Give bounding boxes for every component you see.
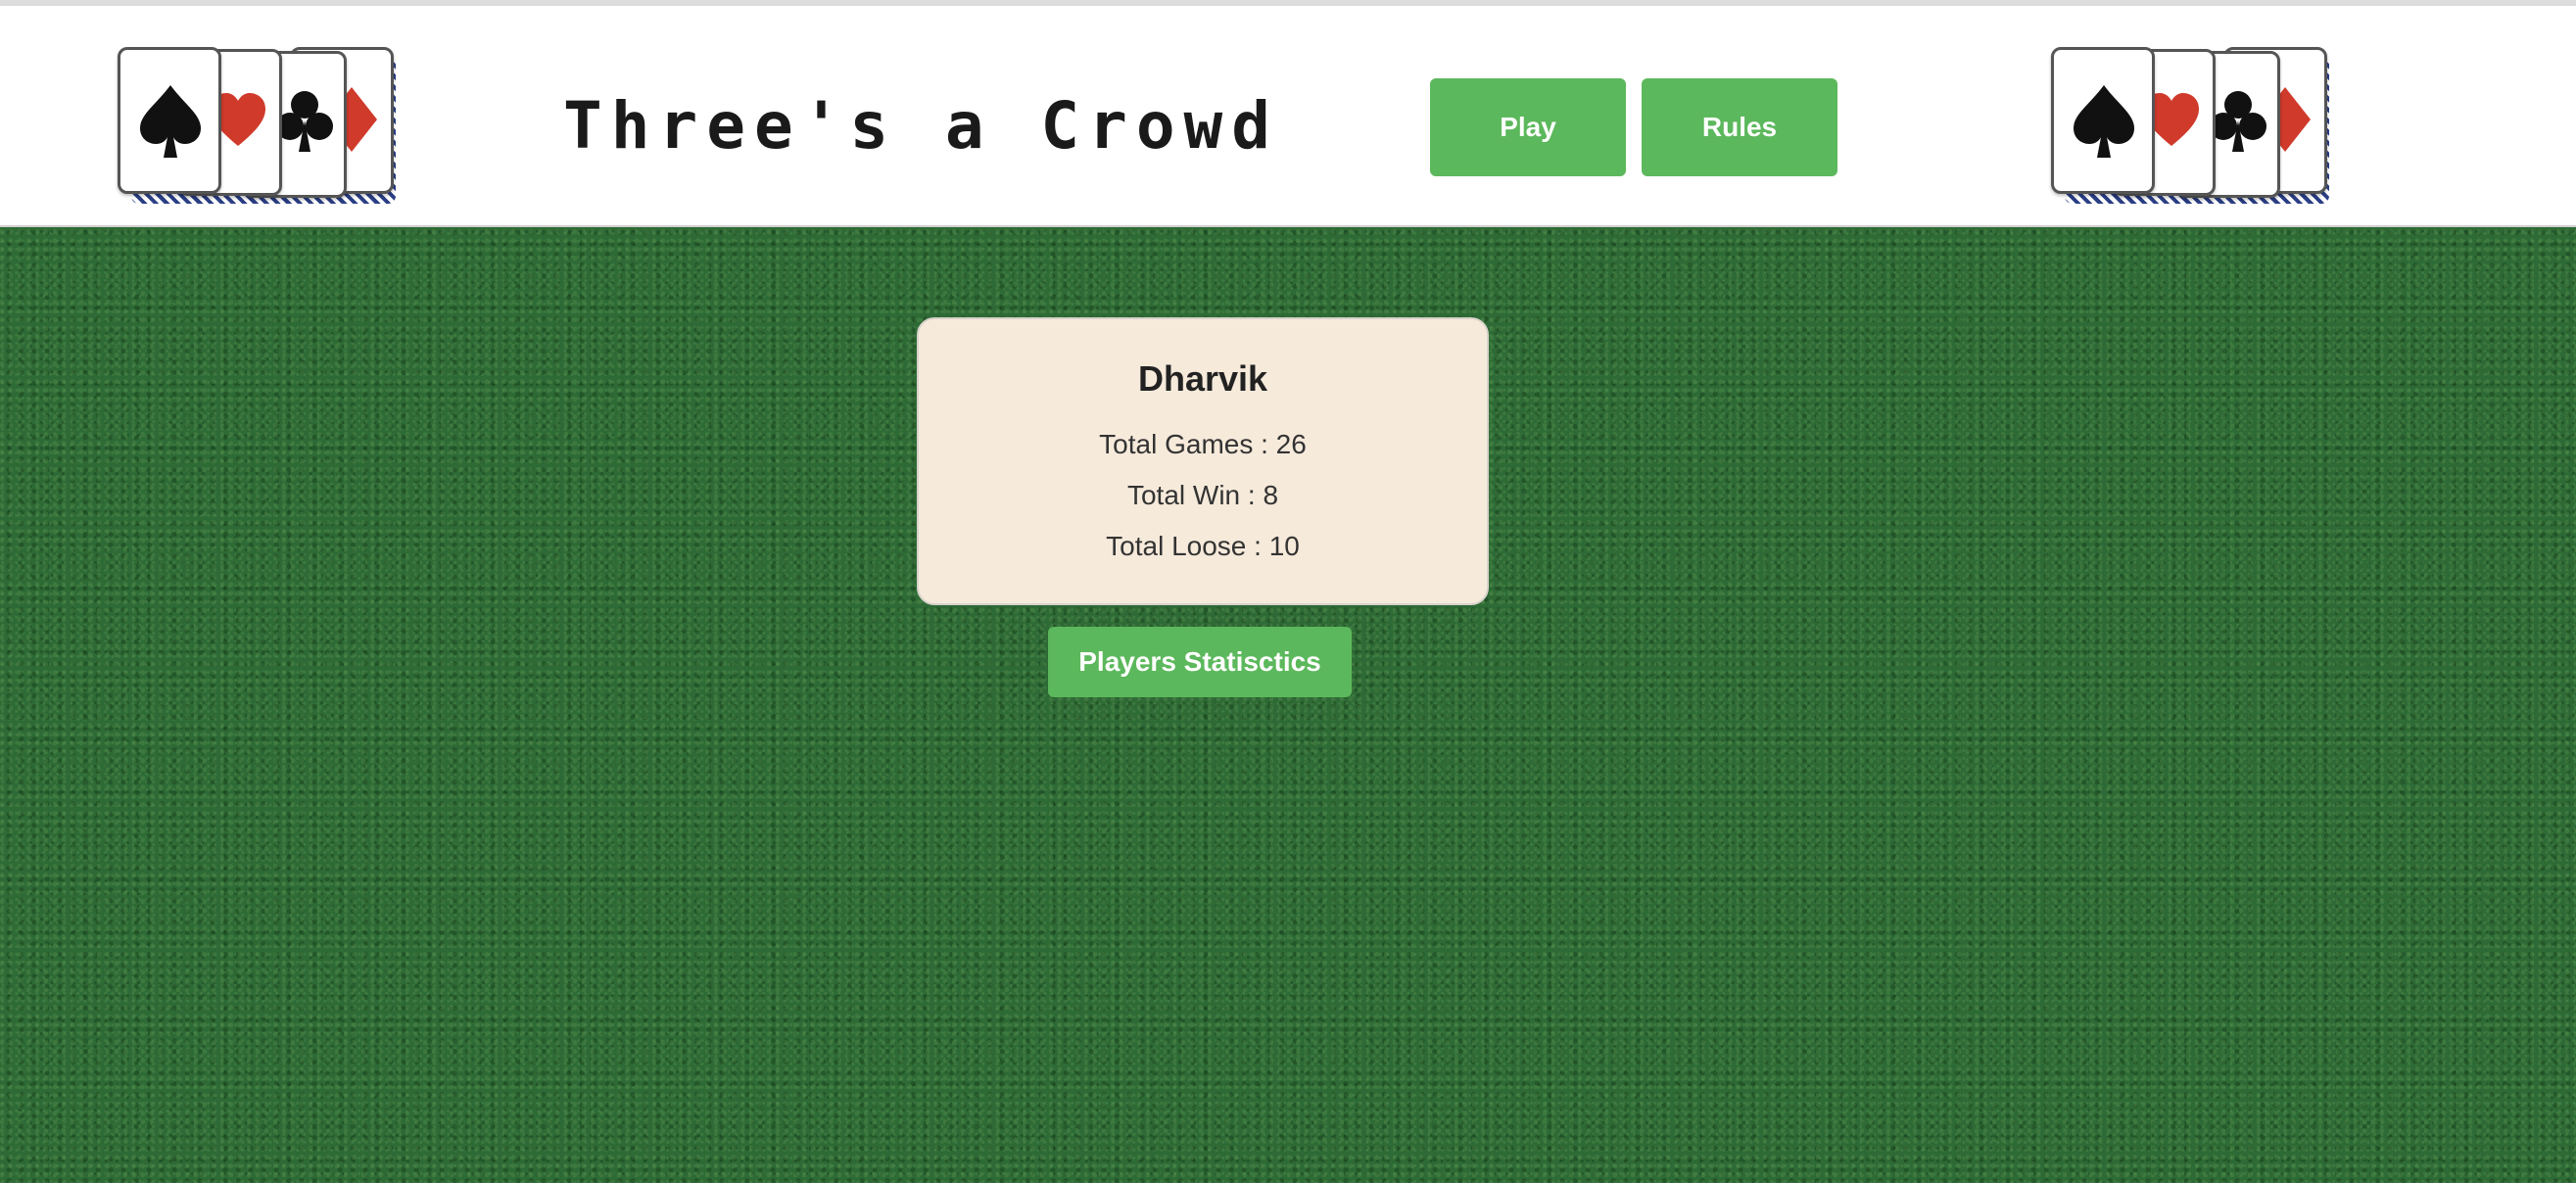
rules-button[interactable]: Rules — [1642, 78, 1837, 176]
total-loose-stat: Total Loose : 10 — [1106, 531, 1300, 561]
club-icon — [276, 91, 333, 152]
player-name: Dharvik — [1137, 358, 1268, 399]
header-bar: Three's a Crowd Play Rules — [0, 6, 2576, 227]
spade-icon — [2074, 85, 2134, 158]
card-spade — [2051, 47, 2155, 194]
players-statistics-button[interactable]: Players Statisctics — [1048, 627, 1352, 697]
player-stats-card: Dharvik Total Games : 26 Total Win : 8 T… — [917, 317, 1489, 605]
club-icon — [2210, 91, 2266, 152]
card-spade — [118, 47, 221, 194]
card-fan-right — [2051, 45, 2345, 212]
page-title: Three's a Crowd — [563, 88, 1280, 164]
total-win-stat: Total Win : 8 — [1126, 480, 1279, 510]
play-button[interactable]: Play — [1430, 78, 1626, 176]
card-fan-left — [118, 45, 411, 212]
total-games-stat: Total Games : 26 — [1099, 429, 1307, 459]
spade-icon — [140, 85, 201, 158]
